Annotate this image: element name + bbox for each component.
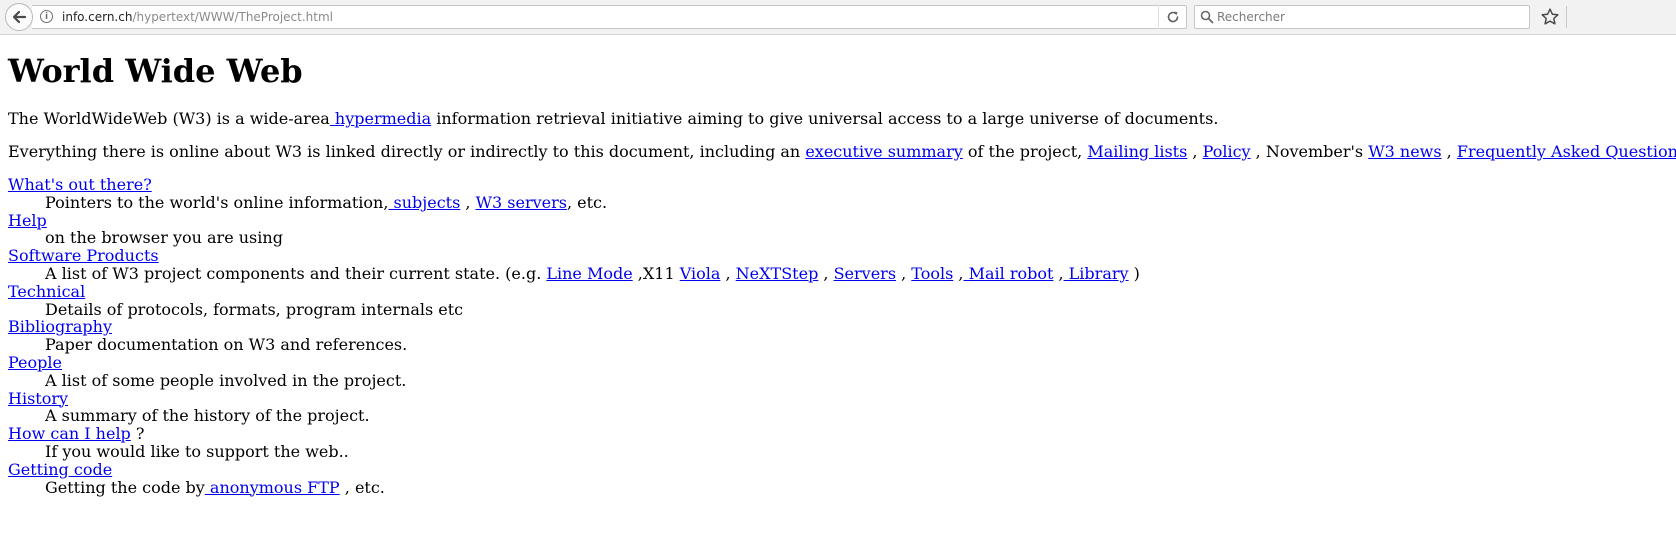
w3-news-link[interactable]: W3 news: [1368, 142, 1441, 161]
intro-paragraph: The WorldWideWeb (W3) is a wide-area hyp…: [8, 109, 1218, 129]
browser-toolbar: i info.cern.ch/hypertext/WWW/TheProject.…: [0, 0, 1676, 35]
list-term: History: [8, 389, 1140, 408]
back-arrow-icon: [12, 10, 27, 24]
list-description: Pointers to the world's online informati…: [45, 192, 1140, 212]
faq-link[interactable]: Frequently Asked Questions: [1457, 142, 1676, 161]
history-link[interactable]: History: [8, 389, 68, 408]
description-text: Pointers to the world's online informati…: [45, 192, 389, 212]
list-description: A list of W3 project components and thei…: [45, 263, 1140, 283]
help-link[interactable]: Help: [8, 211, 47, 230]
bookmark-star-icon[interactable]: [1540, 7, 1560, 27]
separator-text: ): [1128, 263, 1140, 283]
list-term: Getting code: [8, 460, 1140, 479]
description-text: , etc.: [339, 477, 385, 497]
list-term: Technical: [8, 282, 1140, 301]
w3-servers-link[interactable]: W3 servers: [476, 193, 567, 212]
summary-text: , November's: [1250, 142, 1369, 161]
getting-code-link[interactable]: Getting code: [8, 460, 112, 479]
list-description: A list of some people involved in the pr…: [45, 370, 407, 390]
reload-button[interactable]: [1158, 5, 1186, 29]
list-term: Bibliography: [8, 317, 1140, 336]
separator-text: ,: [720, 263, 736, 283]
url-bar[interactable]: i info.cern.ch/hypertext/WWW/TheProject.…: [32, 5, 1187, 29]
description-text: Getting the code by: [45, 477, 205, 497]
info-icon[interactable]: i: [40, 10, 53, 23]
summary-paragraph: Everything there is online about W3 is l…: [8, 142, 1676, 162]
how-can-i-help-link[interactable]: How can I help: [8, 424, 131, 443]
software-products-link[interactable]: Software Products: [8, 246, 159, 265]
list-term: People: [8, 353, 1140, 372]
separator-text: ,: [460, 192, 476, 212]
intro-text: The WorldWideWeb (W3) is a wide-area: [8, 109, 330, 128]
page-title: World Wide Web: [8, 52, 303, 90]
hypermedia-link[interactable]: hypermedia: [330, 109, 431, 128]
list-description: Paper documentation on W3 and references…: [45, 335, 408, 355]
description-text: A list of W3 project components and thei…: [45, 263, 547, 283]
subjects-link[interactable]: subjects: [388, 193, 461, 212]
viola-link[interactable]: Viola: [680, 264, 721, 283]
separator-text: ,: [818, 263, 834, 283]
list-description: on the browser you are using: [45, 228, 283, 248]
search-bar[interactable]: [1194, 5, 1530, 29]
mailing-lists-link[interactable]: Mailing lists: [1087, 142, 1187, 161]
separator-text: ,: [953, 263, 964, 283]
topic-list: What's out there? Pointers to the world'…: [8, 175, 1140, 497]
intro-text-end: information retrieval initiative aiming …: [431, 109, 1219, 128]
back-button[interactable]: [5, 3, 33, 31]
technical-link[interactable]: Technical: [8, 282, 85, 301]
bibliography-link[interactable]: Bibliography: [8, 317, 112, 336]
separator-text: ,: [896, 263, 912, 283]
tools-link[interactable]: Tools: [911, 264, 953, 283]
library-link[interactable]: Library: [1064, 264, 1129, 283]
servers-link[interactable]: Servers: [834, 264, 896, 283]
summary-text: of the project,: [962, 142, 1088, 161]
toolbar-divider: [1566, 6, 1567, 28]
list-term: What's out there?: [8, 175, 1140, 194]
policy-link[interactable]: Policy: [1203, 142, 1251, 161]
list-term: Help: [8, 211, 1140, 230]
nextstep-link[interactable]: NeXTStep: [736, 264, 819, 283]
list-term: How can I help ?: [8, 424, 1140, 444]
mail-robot-link[interactable]: Mail robot: [964, 264, 1054, 283]
description-text: , etc.: [566, 192, 608, 212]
people-link[interactable]: People: [8, 353, 62, 372]
separator-text: ,: [1441, 142, 1457, 161]
reload-icon: [1167, 11, 1178, 23]
executive-summary-link[interactable]: executive summary: [805, 142, 962, 161]
url-path: /hypertext/WWW/TheProject.html: [132, 10, 334, 24]
line-mode-link[interactable]: Line Mode: [546, 264, 632, 283]
whats-out-there-link[interactable]: What's out there?: [8, 175, 152, 194]
separator-text: ,X11: [632, 263, 680, 283]
list-description: Getting the code by anonymous FTP , etc.: [45, 477, 1140, 497]
separator-text: ,: [1187, 142, 1203, 161]
summary-text: Everything there is online about W3 is l…: [8, 142, 806, 161]
list-term: Software Products: [8, 246, 1140, 265]
list-description: If you would like to support the web..: [45, 441, 349, 461]
list-description: A summary of the history of the project.: [45, 406, 370, 426]
url-host: info.cern.ch: [62, 10, 133, 24]
search-icon: [1200, 10, 1214, 24]
separator-text: ,: [1053, 263, 1064, 283]
url-text[interactable]: info.cern.ch/hypertext/WWW/TheProject.ht…: [62, 10, 333, 24]
list-description: Details of protocols, formats, program i…: [45, 299, 464, 319]
question-mark-text: ?: [130, 424, 145, 444]
anonymous-ftp-link[interactable]: anonymous FTP: [205, 478, 340, 497]
search-input[interactable]: [1217, 7, 1517, 27]
